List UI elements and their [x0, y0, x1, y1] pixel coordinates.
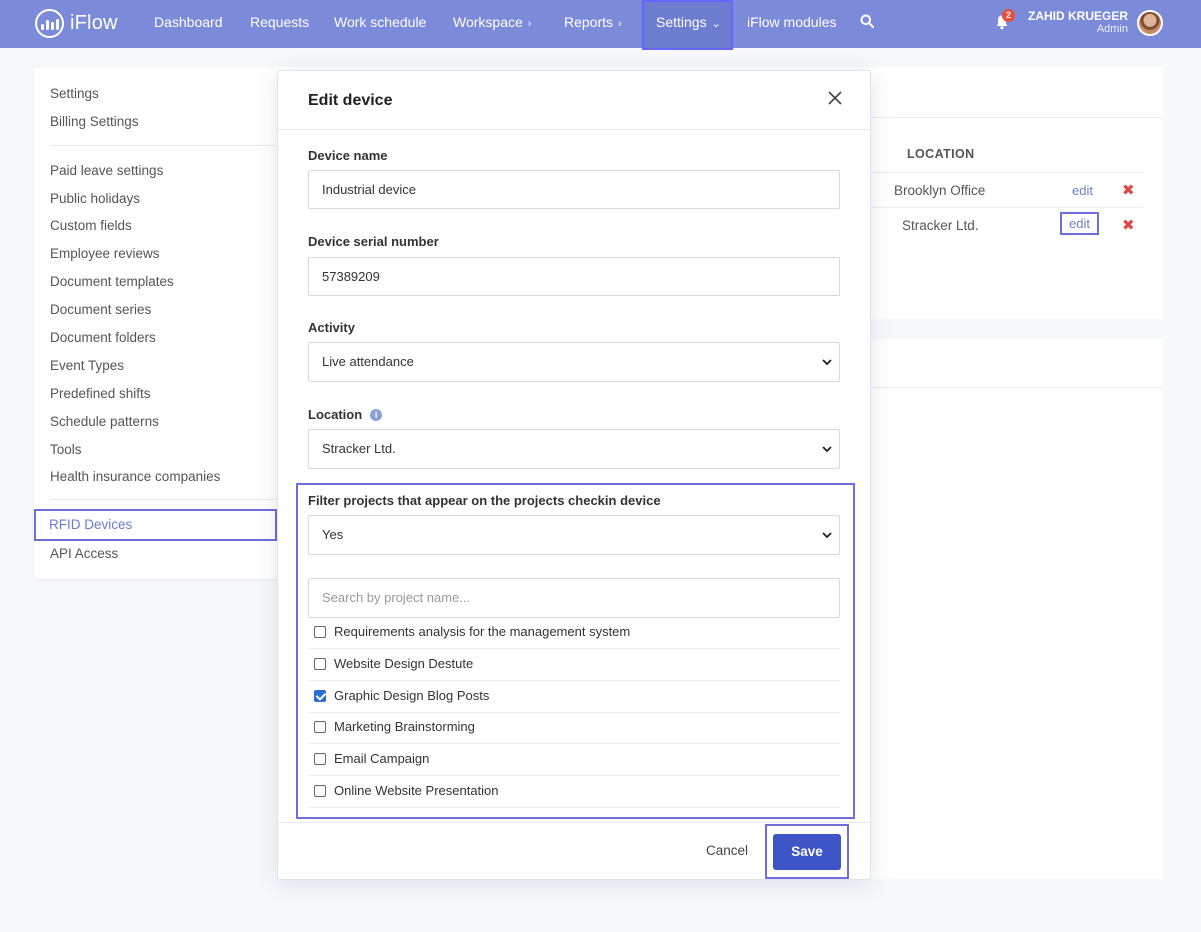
chevron-right-icon: › [527, 18, 532, 30]
project-name: Graphic Design Blog Posts [334, 688, 490, 703]
nav-reports-label: Reports [564, 14, 614, 30]
list-item[interactable]: Requirements analysis for the management… [308, 617, 840, 649]
chevron-down-icon [822, 532, 832, 539]
edit-link[interactable]: edit [1060, 212, 1099, 235]
location-label-row: Location i [308, 407, 383, 422]
project-name: Marketing Brainstorming [334, 719, 475, 734]
location-label: Location [308, 407, 363, 422]
sidebar-item-health-insurance[interactable]: Health insurance companies [50, 469, 220, 484]
list-item[interactable]: Graphic Design Blog Posts [308, 681, 840, 713]
sidebar-item-event-types[interactable]: Event Types [50, 358, 124, 373]
sidebar-item-custom-fields[interactable]: Custom fields [50, 218, 132, 233]
save-button[interactable]: Save [773, 834, 841, 870]
avatar[interactable] [1137, 10, 1163, 36]
chevron-down-icon [822, 359, 832, 366]
sidebar-item-public-holidays[interactable]: Public holidays [50, 191, 140, 206]
sidebar-item-predefined-shifts[interactable]: Predefined shifts [50, 386, 151, 401]
sidebar-divider [50, 145, 276, 146]
location-select[interactable]: Stracker Ltd. [308, 429, 840, 469]
delete-icon[interactable]: ✖ [1122, 216, 1135, 234]
activity-label: Activity [308, 320, 355, 335]
sidebar-item-document-series[interactable]: Document series [50, 302, 151, 317]
table-row-divider [870, 172, 1143, 173]
notification-badge: 2 [1002, 9, 1015, 22]
sidebar-divider [50, 499, 276, 500]
table-cell-location: Brooklyn Office [894, 183, 986, 198]
project-name: Online Website Presentation [334, 783, 499, 798]
device-name-input[interactable]: Industrial device [308, 170, 840, 209]
nav-iflow-modules[interactable]: iFlow modules [747, 0, 836, 48]
project-name: Requirements analysis for the management… [334, 624, 631, 639]
close-icon[interactable] [824, 87, 846, 109]
sidebar-item-settings[interactable]: Settings [50, 86, 99, 101]
nav-workspace-label: Workspace [453, 14, 523, 30]
sidebar-item-billing-settings[interactable]: Billing Settings [50, 114, 139, 129]
location-select-value: Stracker Ltd. [322, 441, 396, 456]
modal-footer-divider [278, 822, 870, 823]
sidebar-item-tools[interactable]: Tools [50, 442, 82, 457]
project-checkbox-checked[interactable] [314, 690, 326, 702]
logo-icon [35, 9, 64, 38]
list-item[interactable]: Marketing Brainstorming [308, 712, 840, 744]
project-name: Email Campaign [334, 751, 430, 766]
delete-icon[interactable]: ✖ [1122, 181, 1135, 199]
nav-settings[interactable]: Settings ⌄ [642, 0, 733, 50]
modal-header-divider [278, 129, 870, 130]
table-cell-location: Stracker Ltd. [902, 218, 979, 233]
nav-dashboard[interactable]: Dashboard [154, 0, 223, 48]
table-row-divider [870, 207, 1143, 208]
sidebar-item-api-access[interactable]: API Access [50, 546, 118, 561]
sidebar-item-employee-reviews[interactable]: Employee reviews [50, 246, 160, 261]
project-checkbox[interactable] [314, 721, 326, 733]
sidebar-item-rfid-devices[interactable]: RFID Devices [34, 509, 277, 541]
filter-projects-select-value: Yes [322, 527, 344, 542]
project-checkbox[interactable] [314, 753, 326, 765]
info-icon[interactable]: i [370, 409, 383, 421]
nav-work-schedule[interactable]: Work schedule [334, 0, 426, 48]
logo[interactable]: iFlow [35, 9, 118, 38]
search-icon[interactable] [860, 14, 874, 28]
nav-requests[interactable]: Requests [250, 0, 309, 48]
sidebar-item-label: RFID Devices [49, 517, 133, 532]
sidebar-item-document-folders[interactable]: Document folders [50, 330, 156, 345]
edit-device-modal: Edit device Device name Industrial devic… [277, 70, 871, 880]
list-item[interactable]: Email Campaign [308, 744, 840, 776]
project-checkbox[interactable] [314, 658, 326, 670]
serial-number-label: Device serial number [308, 234, 439, 249]
nav-workspace[interactable]: Workspace › [453, 0, 531, 48]
filter-projects-select[interactable]: Yes [308, 515, 840, 555]
list-item[interactable]: Online Website Presentation [308, 776, 840, 808]
column-header-location: LOCATION [907, 147, 975, 161]
sidebar-item-paid-leave[interactable]: Paid leave settings [50, 163, 163, 178]
chevron-down-icon: ⌄ [711, 18, 721, 30]
top-navbar: iFlow Dashboard Requests Work schedule W… [0, 0, 1201, 50]
filter-projects-label: Filter projects that appear on the proje… [308, 493, 661, 508]
nav-settings-label: Settings [656, 14, 707, 30]
list-item[interactable]: Website Design Destute [308, 649, 840, 681]
project-checkbox[interactable] [314, 626, 326, 638]
chevron-down-icon [822, 446, 832, 453]
cancel-button[interactable]: Cancel [706, 843, 748, 858]
serial-number-input[interactable]: 57389209 [308, 257, 840, 296]
edit-link[interactable]: edit [1072, 183, 1093, 198]
logo-text: iFlow [70, 12, 118, 34]
user-name[interactable]: ZAHID KRUEGER [1028, 9, 1128, 23]
project-name: Website Design Destute [334, 656, 474, 671]
user-role: Admin [1096, 23, 1128, 35]
modal-title: Edit device [308, 92, 393, 109]
project-checkbox[interactable] [314, 785, 326, 797]
activity-select-value: Live attendance [322, 354, 414, 369]
activity-select[interactable]: Live attendance [308, 342, 840, 382]
sidebar-item-schedule-patterns[interactable]: Schedule patterns [50, 414, 159, 429]
chevron-right-icon: › [618, 18, 622, 30]
settings-sidebar: Settings Billing Settings Paid leave set… [34, 67, 290, 579]
sidebar-item-document-templates[interactable]: Document templates [50, 274, 174, 289]
project-search-input[interactable]: Search by project name... [308, 578, 840, 618]
device-name-label: Device name [308, 148, 388, 163]
nav-reports[interactable]: Reports › [564, 0, 622, 48]
